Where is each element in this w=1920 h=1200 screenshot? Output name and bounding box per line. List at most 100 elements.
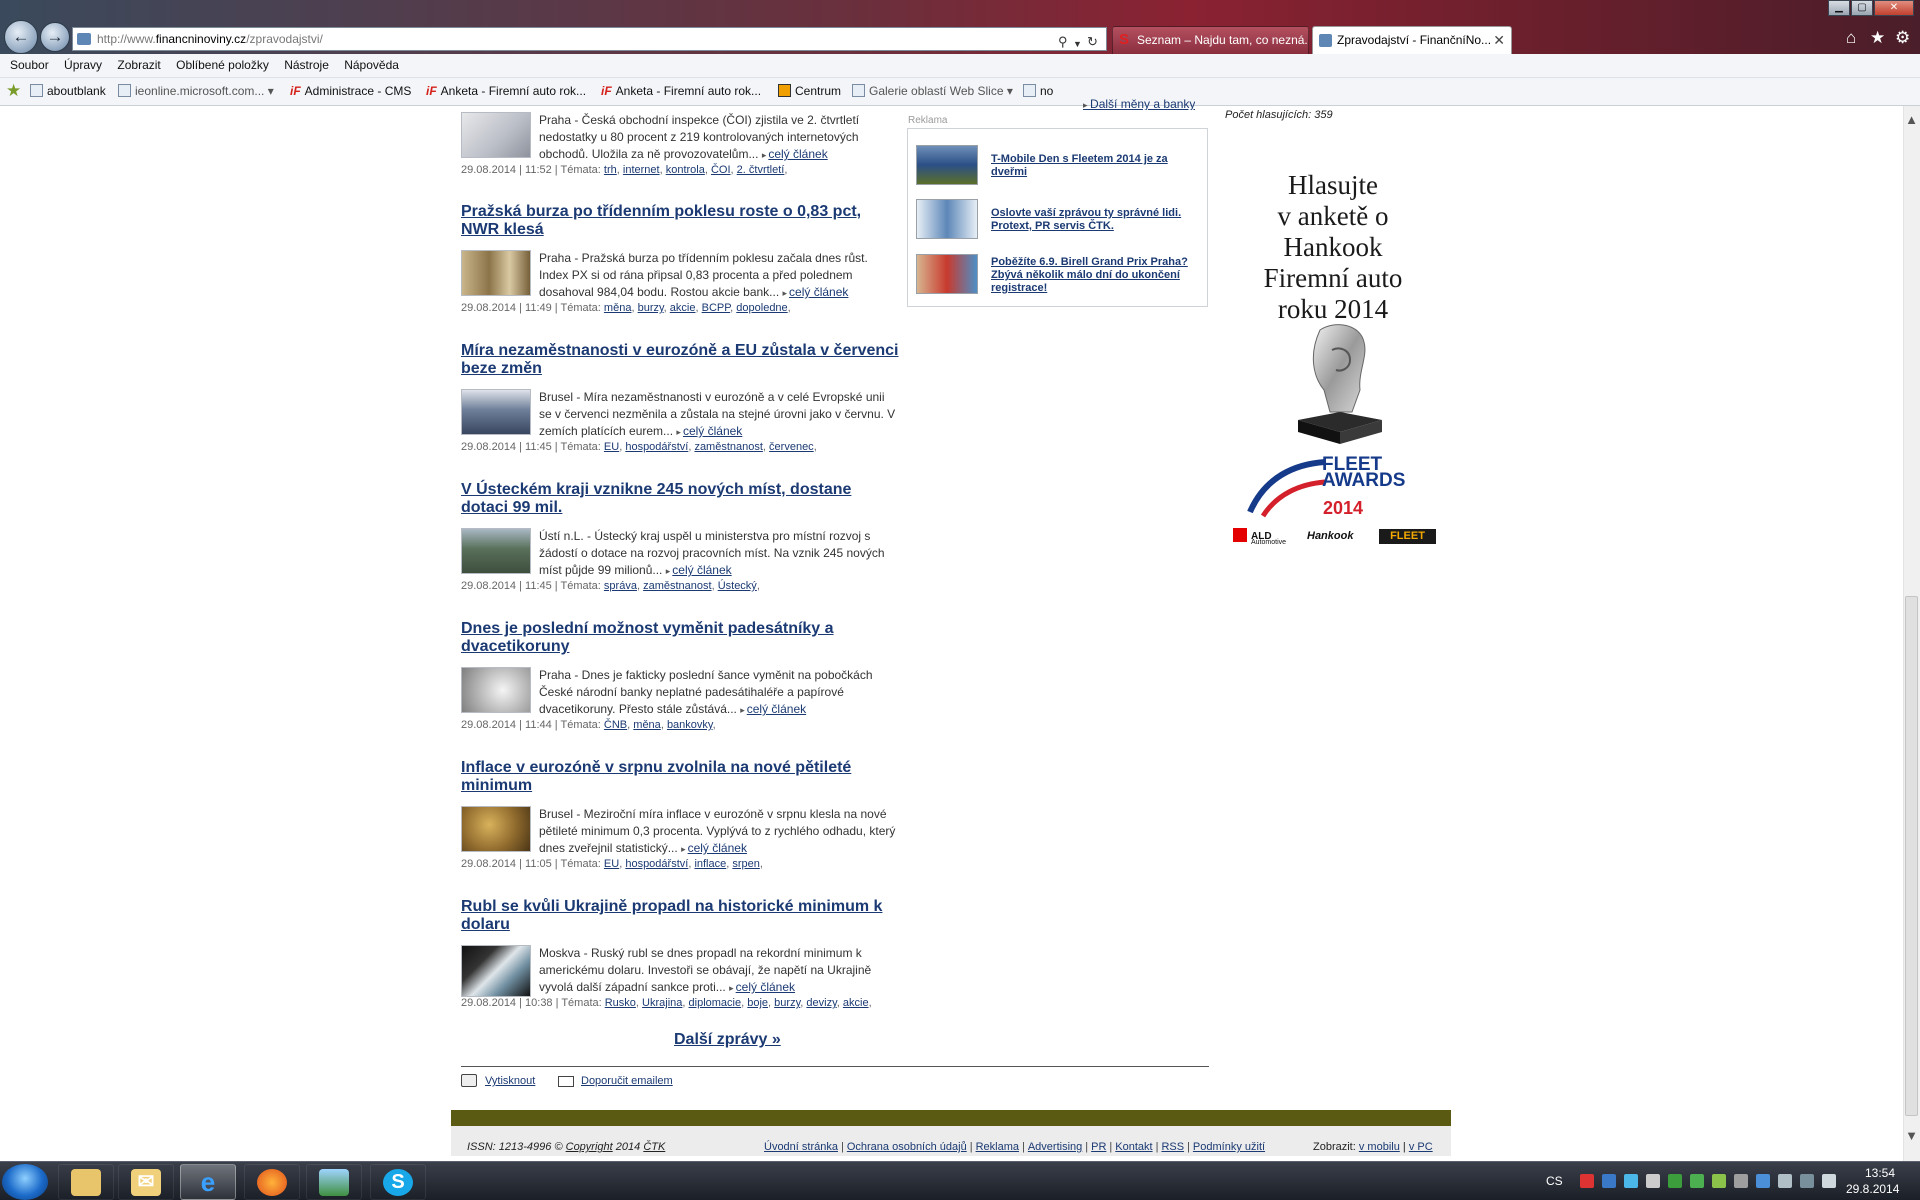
ad-thumbnail[interactable] [916, 145, 978, 185]
fav-centrum[interactable]: Centrum [778, 78, 841, 104]
address-bar[interactable]: http://www.financninoviny.cz/zpravodajst… [72, 27, 1107, 51]
view-pc-link[interactable]: v PC [1409, 1141, 1433, 1153]
scroll-up-arrow-icon[interactable]: ▲ [1905, 112, 1918, 127]
fav-ieonline[interactable]: ieonline.microsoft.com... ▾ [118, 78, 274, 104]
article-title-link[interactable]: Dnes je poslední možnost vyměnit padesát… [461, 620, 901, 656]
home-icon[interactable]: ⌂ [1846, 28, 1856, 48]
tab-seznam[interactable]: S Seznam – Najdu tam, co nezná... [1112, 26, 1309, 54]
ad-thumbnail[interactable] [916, 199, 978, 239]
topic-tag-link[interactable]: zaměstnanost [694, 441, 762, 453]
taskbar-network[interactable] [306, 1164, 362, 1200]
article-thumbnail[interactable] [461, 806, 531, 852]
network-icon[interactable] [1800, 1174, 1814, 1188]
taskbar-firefox[interactable] [244, 1164, 300, 1200]
footer-link-pr[interactable]: PR [1091, 1141, 1106, 1153]
topic-tag-link[interactable]: kontrola [666, 164, 705, 176]
exchange-rates-link[interactable]: Další měny a banky [1083, 97, 1195, 110]
topic-tag-link[interactable]: trh [604, 164, 617, 176]
trophy-icon[interactable] [1290, 320, 1390, 445]
tray-app-icon[interactable] [1668, 1174, 1682, 1188]
article-title-link[interactable]: V Ústeckém kraji vznikne 245 nových míst… [461, 481, 901, 517]
article-thumbnail[interactable] [461, 250, 531, 296]
minimize-button[interactable]: ▁ [1828, 0, 1850, 16]
read-more-link[interactable]: celý článek [666, 563, 731, 577]
taskbar-mail[interactable]: ✉ [118, 1164, 174, 1200]
topic-tag-link[interactable]: BCPP [702, 302, 731, 314]
ad-link[interactable]: Poběžíte 6.9. Birell Grand Prix Praha? Z… [991, 256, 1196, 295]
topic-tag-link[interactable]: zaměstnanost [643, 580, 711, 592]
scrollbar-thumb[interactable] [1905, 596, 1918, 1116]
menu-oblibene[interactable]: Oblíbené položky [176, 54, 269, 76]
add-favorite-star-icon[interactable]: ★ [6, 82, 24, 99]
topic-tag-link[interactable]: akcie [843, 997, 869, 1009]
tray-app-icon[interactable] [1778, 1174, 1792, 1188]
topic-tag-link[interactable]: diplomacie [689, 997, 742, 1009]
topic-tag-link[interactable]: boje [747, 997, 768, 1009]
envelope-icon[interactable] [558, 1076, 574, 1087]
clock-date[interactable]: 29.8.2014 [1846, 1182, 1899, 1196]
maximize-button[interactable]: ▢ [1851, 0, 1873, 16]
topic-tag-link[interactable]: inflace [694, 858, 726, 870]
article-title-link[interactable]: Inflace v eurozóně v srpnu zvolnila na n… [461, 759, 901, 795]
tray-app-icon[interactable] [1624, 1174, 1638, 1188]
topic-tag-link[interactable]: bankovky [667, 719, 713, 731]
dropdown-arrow-icon[interactable]: ▼ [1073, 33, 1082, 55]
start-button[interactable] [2, 1164, 48, 1200]
topic-tag-link[interactable]: ČNB [604, 719, 627, 731]
fav-administrace[interactable]: iF Administrace - CMS [290, 78, 411, 104]
settings-gear-icon[interactable]: ⚙ [1895, 28, 1910, 48]
volume-muted-icon[interactable] [1822, 1174, 1836, 1188]
article-thumbnail[interactable] [461, 528, 531, 574]
language-indicator[interactable]: CS [1546, 1174, 1563, 1188]
read-more-link[interactable]: celý článek [783, 285, 848, 299]
footer-link-reklama[interactable]: Reklama [976, 1141, 1019, 1153]
read-more-link[interactable]: celý článek [681, 841, 747, 855]
topic-tag-link[interactable]: hospodářství [625, 441, 688, 453]
clock-time[interactable]: 13:54 [1865, 1166, 1895, 1180]
article-title-link[interactable]: Míra nezaměstnanosti v eurozóně a EU zůs… [461, 342, 901, 378]
article-thumbnail[interactable] [461, 667, 531, 713]
tray-app-icon[interactable] [1734, 1174, 1748, 1188]
topic-tag-link[interactable]: dopoledne [736, 302, 787, 314]
article-thumbnail[interactable] [461, 945, 531, 997]
printer-icon[interactable] [461, 1074, 477, 1087]
read-more-link[interactable]: celý článek [762, 147, 827, 161]
fav-anketa-2[interactable]: iF Anketa - Firemní auto rok... [601, 78, 761, 104]
topic-tag-link[interactable]: EU [604, 858, 619, 870]
topic-tag-link[interactable]: Ukrajina [642, 997, 682, 1009]
fav-no[interactable]: no [1023, 78, 1053, 104]
taskbar-skype[interactable]: S [370, 1164, 426, 1200]
footer-link-privacy[interactable]: Ochrana osobních údajů [847, 1141, 967, 1153]
fav-anketa-1[interactable]: iF Anketa - Firemní auto rok... [426, 78, 586, 104]
tray-app-icon[interactable] [1690, 1174, 1704, 1188]
topic-tag-link[interactable]: burzy [774, 997, 800, 1009]
print-link[interactable]: Vytisknout [485, 1075, 535, 1087]
topic-tag-link[interactable]: hospodářství [625, 858, 688, 870]
taskbar-internet-explorer[interactable]: e [180, 1164, 236, 1200]
topic-tag-link[interactable]: měna [604, 302, 632, 314]
taskbar-explorer[interactable] [58, 1164, 114, 1200]
topic-tag-link[interactable]: internet [623, 164, 660, 176]
menu-soubor[interactable]: Soubor [10, 54, 49, 76]
forward-button[interactable]: → [40, 22, 70, 52]
footer-link-home[interactable]: Úvodní stránka [764, 1141, 838, 1153]
tray-app-icon[interactable] [1602, 1174, 1616, 1188]
tab-zpravodajstvi[interactable]: Zpravodajství - FinančníNo... ✕ [1312, 26, 1512, 54]
back-button[interactable]: ← [4, 20, 38, 54]
view-mobile-link[interactable]: v mobilu [1359, 1141, 1400, 1153]
topic-tag-link[interactable]: měna [633, 719, 661, 731]
footer-link-advertising[interactable]: Advertising [1028, 1141, 1082, 1153]
topic-tag-link[interactable]: akcie [670, 302, 696, 314]
menu-zobrazit[interactable]: Zobrazit [117, 54, 160, 76]
ad-link[interactable]: Oslovte vaší zprávou ty správné lidi. Pr… [991, 207, 1196, 233]
footer-link-terms[interactable]: Podmínky užití [1193, 1141, 1265, 1153]
tray-app-icon[interactable] [1756, 1174, 1770, 1188]
topic-tag-link[interactable]: červenec [769, 441, 814, 453]
article-thumbnail[interactable] [461, 112, 531, 158]
topic-tag-link[interactable]: srpen [732, 858, 760, 870]
refresh-icon[interactable]: ↻ [1087, 31, 1098, 53]
topic-tag-link[interactable]: EU [604, 441, 619, 453]
footer-link-kontakt[interactable]: Kontakt [1115, 1141, 1152, 1153]
read-more-link[interactable]: celý článek [740, 702, 806, 716]
scroll-down-arrow-icon[interactable]: ▼ [1905, 1128, 1918, 1143]
